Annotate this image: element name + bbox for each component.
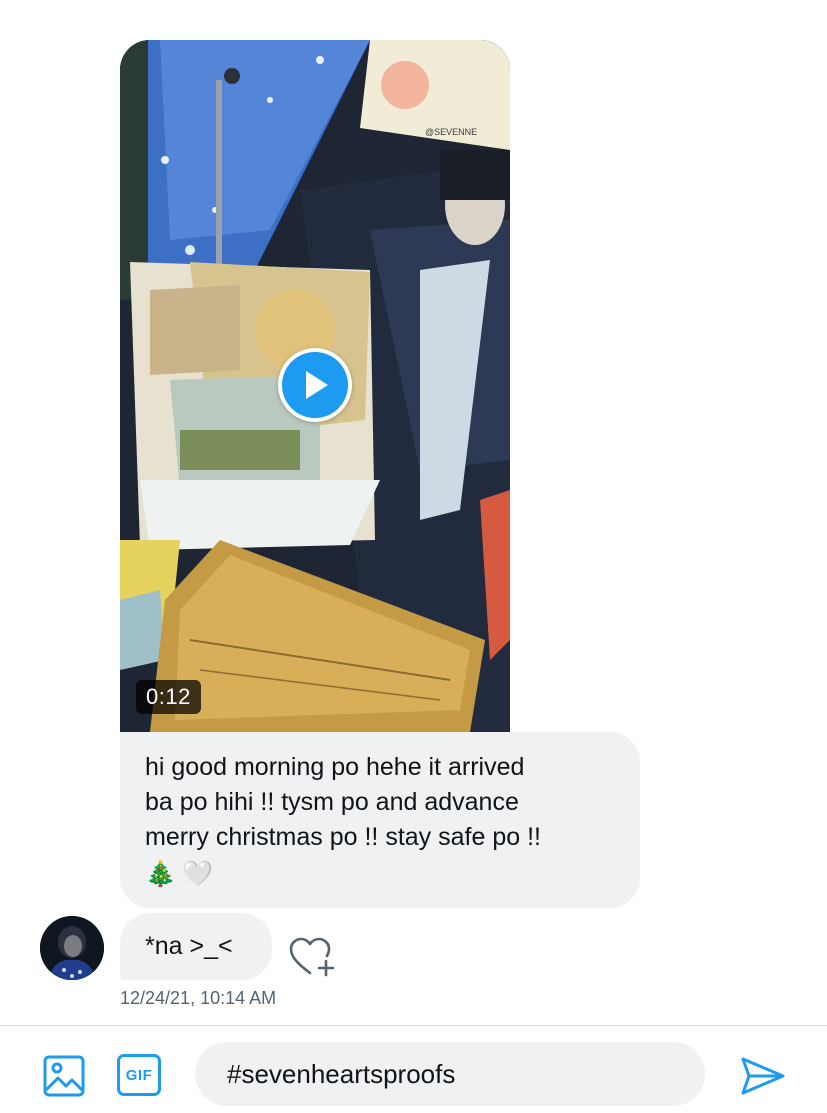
message-bubble[interactable]: hi good morning po hehe it arrived ba po… <box>120 732 640 908</box>
christmas-tree-emoji: 🎄 <box>145 860 177 888</box>
gif-button[interactable]: GIF <box>117 1054 161 1096</box>
message-input[interactable] <box>195 1042 705 1106</box>
play-button[interactable] <box>278 348 352 422</box>
message-composer: GIF <box>0 1025 827 1113</box>
image-icon[interactable] <box>42 1054 86 1098</box>
white-heart-emoji: 🤍 <box>182 860 214 888</box>
play-icon <box>282 352 348 418</box>
avatar[interactable] <box>40 916 104 980</box>
message-line: merry christmas po !! stay safe po !! <box>145 823 541 851</box>
message-line: ba po hihi !! tysm po and advance <box>145 788 519 816</box>
emoji-row: 🎄 🤍 <box>145 857 616 892</box>
video-duration: 0:12 <box>136 680 201 714</box>
send-icon[interactable] <box>740 1056 786 1096</box>
heart-plus-icon[interactable] <box>288 935 336 979</box>
svg-text:@SEVENNE: @SEVENNE <box>425 127 477 137</box>
dm-conversation: @SEVENNE 0:12 hi good morning po hehe it… <box>0 0 827 1113</box>
message-timestamp: 12/24/21, 10:14 AM <box>120 988 277 1008</box>
video-message[interactable]: @SEVENNE 0:12 <box>120 40 510 732</box>
message-line: hi good morning po hehe it arrived <box>145 753 525 781</box>
message-bubble[interactable]: *na >_< <box>120 913 272 980</box>
